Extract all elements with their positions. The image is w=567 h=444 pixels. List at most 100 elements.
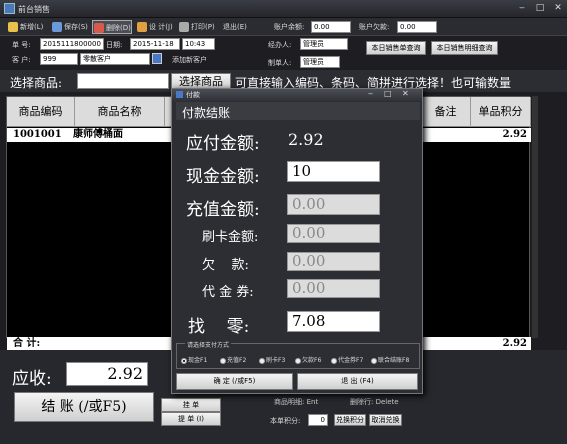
recharge-label: 充值金额:: [186, 200, 260, 220]
checkout-button[interactable]: 结 账 (/或F5): [14, 392, 154, 422]
voucher-row: 代 金 券: 0.00: [180, 279, 416, 301]
app-icon: [4, 3, 15, 14]
grid-scrollbar[interactable]: [532, 96, 538, 338]
payable-value: 2.92: [288, 130, 324, 149]
exit-dialog-button[interactable]: 退 出 (F4): [297, 373, 418, 390]
col-points[interactable]: 单品积分: [471, 97, 531, 127]
card-input[interactable]: 0.00: [287, 224, 380, 243]
row-code: 1001001: [13, 129, 62, 140]
today-detail-query-button[interactable]: 本日销售明细查询: [431, 41, 498, 55]
total-label: 合 计:: [13, 338, 41, 349]
owe-label: 欠 款:: [202, 258, 249, 273]
balance-field[interactable]: [311, 21, 351, 33]
save-icon: [52, 22, 62, 32]
payment-dialog: 付款 ‒ □ ✕ 付款结账 应付金额: 2.92 现金金额: 10 充值金额: …: [171, 88, 423, 394]
dialog-icon: [176, 91, 183, 98]
design-button[interactable]: 设 计(J): [136, 20, 173, 34]
delete-button[interactable]: 删除(D): [92, 20, 132, 34]
method-recharge-radio[interactable]: 充值F2: [220, 355, 246, 364]
col-code[interactable]: 商品编码: [7, 97, 75, 127]
save-button[interactable]: 保存(S): [51, 20, 88, 34]
due-label: 应收:: [12, 369, 52, 389]
new-icon: [8, 22, 18, 32]
radio-off-icon: [295, 357, 301, 364]
maximize-button[interactable]: □: [531, 2, 549, 15]
method-owe-radio[interactable]: 欠款F6: [295, 355, 321, 364]
doc-no-label: 单 号:: [12, 41, 31, 49]
new-button[interactable]: 新增(L): [7, 20, 43, 34]
total-points: 2.92: [502, 338, 527, 349]
maker-label: 制单人:: [268, 59, 292, 67]
take-order-button[interactable]: 提 单 (I): [161, 412, 221, 426]
row-name: 康师傅桶面: [73, 129, 123, 140]
col-remark[interactable]: 备注: [421, 97, 471, 127]
select-goods-label: 选择商品:: [10, 76, 63, 90]
voucher-input[interactable]: 0.00: [287, 279, 380, 298]
recharge-input[interactable]: 0.00: [287, 194, 380, 215]
goods-search-input[interactable]: [77, 73, 169, 89]
detail-shortcut-label: 商品明细: Ent: [274, 398, 319, 406]
redeem-points-button[interactable]: 兑换积分: [334, 414, 366, 426]
window-title: 前台销售: [18, 5, 50, 14]
delete-shortcut-label: 删除行: Delete: [350, 398, 399, 406]
customer-pick-icon[interactable]: [152, 53, 162, 64]
time-field[interactable]: [182, 38, 215, 50]
method-combined-radio[interactable]: 联合结账F8: [371, 355, 409, 364]
radio-off-icon: [331, 357, 337, 364]
customer-name-field[interactable]: [80, 53, 150, 65]
card-label: 刷卡金额:: [202, 230, 259, 245]
delete-icon: [94, 23, 104, 33]
dialog-maximize-button[interactable]: □: [384, 89, 392, 98]
doc-no-field[interactable]: [40, 38, 104, 50]
method-card-radio[interactable]: 刷卡F3: [259, 355, 285, 364]
close-button[interactable]: ✕: [549, 2, 567, 15]
customer-label: 客 户:: [12, 56, 31, 64]
radio-on-icon: [181, 357, 187, 364]
maker-field[interactable]: [300, 56, 340, 68]
cash-row: 现金金额: 10: [180, 161, 416, 187]
change-label: 找 零:: [188, 317, 250, 337]
col-name[interactable]: 商品名称: [75, 97, 165, 127]
payable-row: 应付金额: 2.92: [180, 129, 416, 154]
radio-off-icon: [371, 357, 377, 364]
confirm-button[interactable]: 确 定 (/或F5): [176, 373, 293, 390]
owe-input[interactable]: 0.00: [287, 252, 380, 271]
date-field[interactable]: [130, 38, 180, 50]
customer-code-field[interactable]: [40, 53, 78, 65]
today-sales-query-button[interactable]: 本日销售单查询: [366, 41, 426, 55]
payable-label: 应付金额:: [186, 134, 260, 154]
pay-method-group: 请选择支付方式 现金F1 充值F2 刷卡F3 欠款F6 代金券F7 联合结账F8: [176, 340, 420, 369]
handler-label: 经办人:: [268, 41, 292, 49]
dialog-title: 付款: [186, 91, 200, 99]
points-field[interactable]: [308, 414, 328, 426]
owe-row: 欠 款: 0.00: [180, 252, 416, 274]
exit-button[interactable]: 退出(E): [219, 20, 247, 34]
voucher-label: 代 金 券:: [202, 285, 254, 300]
title-bar: 前台销售 ‒ □ ✕: [0, 0, 567, 18]
dialog-titlebar: 付款 ‒ □ ✕: [172, 89, 422, 101]
design-icon: [137, 22, 147, 32]
recharge-row: 充值金额: 0.00: [180, 194, 416, 220]
date-label: 日期:: [106, 41, 123, 49]
radio-off-icon: [259, 357, 265, 364]
card-row: 刷卡金额: 0.00: [180, 224, 416, 246]
print-icon: [179, 22, 189, 32]
due-value: 2.92: [66, 362, 148, 386]
points-label: 本单积分:: [270, 417, 301, 425]
cash-input[interactable]: 10: [287, 161, 380, 182]
cancel-redeem-button[interactable]: 取消兑换: [369, 414, 402, 426]
method-cash-radio[interactable]: 现金F1: [181, 355, 207, 364]
handler-select[interactable]: [300, 38, 348, 50]
radio-off-icon: [220, 357, 226, 364]
minimize-button[interactable]: ‒: [513, 2, 531, 15]
print-button[interactable]: 打印(P): [178, 20, 215, 34]
toolbar: 新增(L) 保存(S) 删除(D) 设 计(J) 打印(P) 退出(E) 账户余…: [0, 18, 567, 36]
change-row: 找 零: 7.08: [180, 311, 416, 337]
debt-field[interactable]: [397, 21, 437, 33]
dialog-close-button[interactable]: ✕: [402, 89, 409, 98]
dialog-minimize-button[interactable]: ‒: [368, 89, 373, 98]
add-customer-link[interactable]: 添加新客户: [172, 55, 207, 65]
hang-order-button[interactable]: 挂 单: [161, 398, 221, 412]
method-voucher-radio[interactable]: 代金券F7: [331, 355, 363, 364]
change-value: 7.08: [287, 311, 380, 332]
